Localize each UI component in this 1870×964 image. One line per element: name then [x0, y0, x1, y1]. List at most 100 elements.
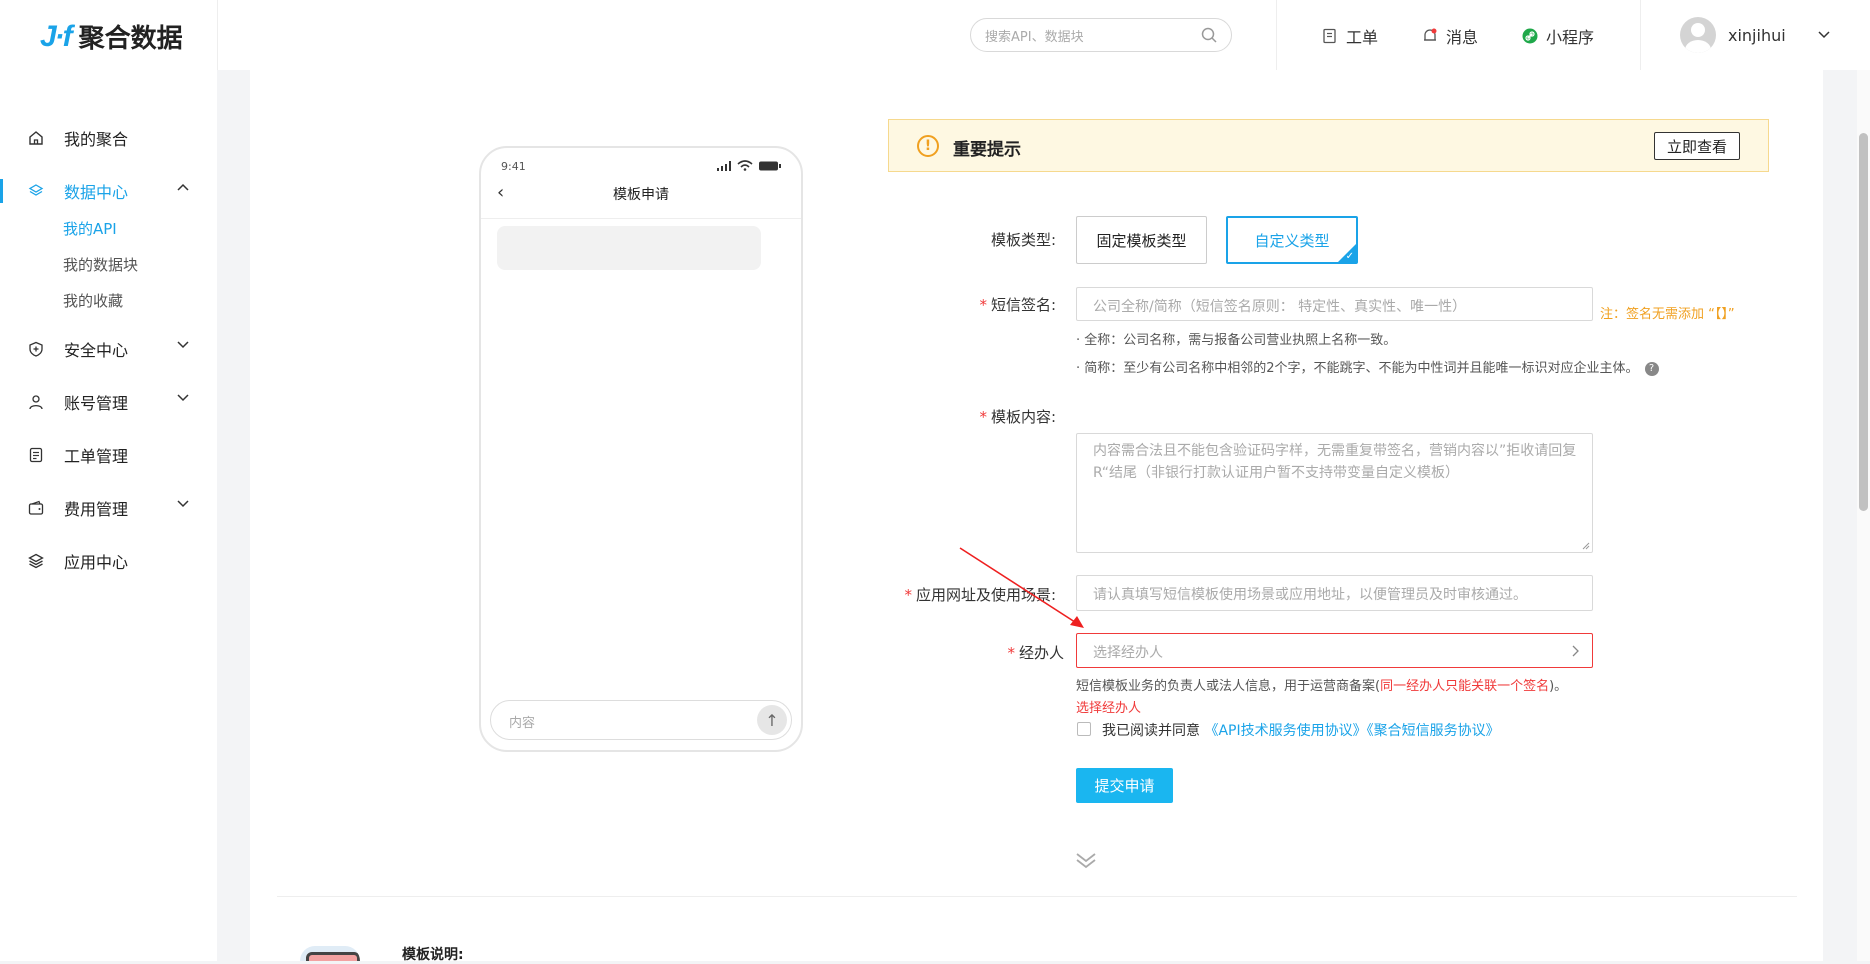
chevron-down-icon[interactable] [177, 341, 189, 349]
annotation-arrow [959, 547, 1084, 628]
divider [217, 0, 218, 70]
submit-button[interactable]: 提交申请 [1076, 768, 1173, 803]
signature-hint-short-text: · 简称：至少有公司名称中相邻的2个字，不能跳字、不能为中性词并且能唯一标识对应… [1076, 361, 1639, 376]
miniprogram-link[interactable]: 小程序 [1522, 24, 1594, 48]
phone-status-icons [717, 160, 781, 171]
sidebar-sub-my-api[interactable]: 我的API [63, 218, 117, 239]
sidebar-item-billing[interactable]: 费用管理 [0, 488, 217, 528]
important-notice: ! 重要提示 立即查看 [888, 119, 1769, 172]
sidebar-sub-my-favorites[interactable]: 我的收藏 [63, 290, 123, 311]
api-agreement-link[interactable]: 《API技术服务使用协议》 [1204, 723, 1366, 739]
notice-title: 重要提示 [953, 140, 1021, 160]
message-bubble [497, 226, 761, 270]
sidebar-item-label: 我的聚合 [64, 130, 129, 149]
handler-hint-red: 同一经办人只能关联一个签名 [1380, 679, 1550, 694]
user-icon [26, 392, 46, 412]
fixed-template-button[interactable]: 固定模板类型 [1076, 216, 1207, 264]
handler-placeholder: 选择经办人 [1093, 645, 1163, 661]
divider [277, 896, 1797, 897]
content-textarea[interactable]: 内容需合法且不能包含验证码字样，无需重复带签名，营销内容以”拒收请回复R“结尾（… [1076, 433, 1593, 553]
phone-input-placeholder: 内容 [509, 716, 536, 731]
chevron-down-icon[interactable] [177, 500, 189, 508]
template-type-label: 模板类型: [990, 231, 1056, 249]
wifi-icon [737, 160, 753, 171]
send-icon[interactable]: ↑ [757, 705, 787, 735]
message-label: 消息 [1446, 28, 1479, 47]
logo-text: 聚合数据 [78, 24, 183, 54]
resize-handle-icon[interactable] [1582, 542, 1590, 550]
sidebar-item-account[interactable]: 账号管理 [0, 382, 217, 422]
fixed-template-label: 固定模板类型 [1096, 231, 1187, 250]
signature-input[interactable]: 公司全称/简称（短信签名原则： 特定性、真实性、唯一性） [1076, 287, 1593, 321]
chevron-down-icon[interactable] [1818, 31, 1830, 39]
logo[interactable]: J·f 聚合数据 [40, 18, 183, 55]
signature-label-text: 短信签名: [990, 296, 1056, 314]
divider [1640, 0, 1641, 70]
divider [481, 218, 801, 219]
signature-hint-short: · 简称：至少有公司名称中相邻的2个字，不能跳字、不能为中性词并且能唯一标识对应… [1076, 357, 1659, 376]
required-mark: * [979, 408, 987, 426]
document-icon [26, 445, 46, 465]
divider [1276, 0, 1277, 70]
sidebar-item-tickets[interactable]: 工单管理 [0, 435, 217, 475]
sidebar-item-label: 费用管理 [64, 500, 129, 519]
handler-hint: 短信模板业务的负责人或法人信息，用于运营商备案(同一经办人只能关联一个签名)。 [1076, 675, 1567, 694]
home-icon [26, 128, 46, 148]
help-icon[interactable]: ? [1644, 361, 1659, 376]
sidebar-item-apps[interactable]: 应用中心 [0, 541, 217, 581]
username: xinjihui [1728, 25, 1786, 45]
warning-icon: ! [917, 135, 939, 157]
scrollbar-thumb[interactable] [1859, 133, 1868, 511]
required-mark: * [1007, 644, 1015, 662]
required-mark: * [904, 586, 912, 604]
template-illustration-icon [300, 946, 360, 961]
sidebar-item-security[interactable]: 安全中心 [0, 329, 217, 369]
template-description-title: 模板说明: [402, 947, 464, 963]
phone-time: 9:41 [501, 160, 526, 173]
app-url-placeholder: 请认真填写短信模板使用场景或应用地址，以便管理员及时审核通过。 [1093, 587, 1527, 603]
signature-hint-full: · 全称：公司名称，需与报备公司营业执照上名称一致。 [1076, 333, 1397, 348]
custom-template-label: 自定义类型 [1254, 231, 1330, 250]
double-chevron-down-icon[interactable] [1075, 852, 1097, 870]
phone-title: 模板申请 [613, 187, 669, 203]
agree-checkbox[interactable] [1077, 722, 1091, 736]
handler-hint-end: )。 [1549, 679, 1568, 694]
phone-message-input[interactable]: 内容 ↑ [490, 700, 792, 740]
sidebar-item-my-juhe[interactable]: 我的聚合 [0, 118, 217, 158]
chevron-down-icon[interactable] [177, 394, 189, 402]
handler-select[interactable]: 选择经办人 [1076, 633, 1593, 668]
view-now-button[interactable]: 立即查看 [1653, 132, 1740, 160]
layers-icon [26, 181, 46, 201]
top-bar: J·f 聚合数据 搜索API、数据块 工单 消息 小程序 xinjihui [0, 0, 1870, 70]
app-url-input[interactable]: 请认真填写短信模板使用场景或应用地址，以便管理员及时审核通过。 [1076, 575, 1593, 611]
chevron-up-icon[interactable] [177, 183, 189, 191]
sidebar-item-label: 数据中心 [64, 183, 129, 202]
handler-label: * 经办人 [960, 642, 1064, 663]
required-mark: * [979, 296, 987, 314]
check-icon: ✓ [1345, 251, 1354, 262]
content-label-text: 模板内容: [990, 408, 1056, 426]
sidebar-item-data-center[interactable]: 数据中心 [0, 171, 217, 211]
user-menu[interactable]: xinjihui [1680, 17, 1830, 53]
miniprogram-label: 小程序 [1546, 28, 1595, 47]
content-placeholder: 内容需合法且不能包含验证码字样，无需重复带签名，营销内容以”拒收请回复R“结尾（… [1093, 443, 1577, 481]
ticket-link[interactable]: 工单 [1322, 24, 1378, 48]
avatar [1680, 17, 1716, 53]
wallet-icon [26, 498, 46, 518]
search-input[interactable]: 搜索API、数据块 [970, 18, 1232, 52]
sidebar: 我的聚合 数据中心 我的API 我的数据块 我的收藏 安全中心 账号管理 工单管… [0, 70, 217, 961]
sidebar-sub-my-datablock[interactable]: 我的数据块 [63, 254, 138, 275]
signature-note: 注：签名无需添加 “【】” [1600, 307, 1735, 322]
handler-hint-text: 短信模板业务的负责人或法人信息，用于运营商备案( [1076, 679, 1381, 694]
ticket-label: 工单 [1346, 28, 1379, 47]
message-link[interactable]: 消息 [1422, 24, 1478, 48]
link-icon [1522, 28, 1538, 44]
signature-placeholder: 公司全称/简称（短信签名原则： 特定性、真实性、唯一性） [1093, 299, 1467, 315]
search-icon[interactable] [1201, 27, 1217, 43]
sms-agreement-link[interactable]: 《聚合短信服务协议》 [1367, 723, 1500, 739]
handler-error: 选择经办人 [1076, 701, 1142, 716]
bell-icon [1424, 28, 1437, 41]
custom-template-button[interactable]: 自定义类型 ✓ [1226, 216, 1358, 264]
agree-label: 我已阅读并同意 [1102, 723, 1200, 739]
logo-mark: J·f [40, 19, 73, 53]
